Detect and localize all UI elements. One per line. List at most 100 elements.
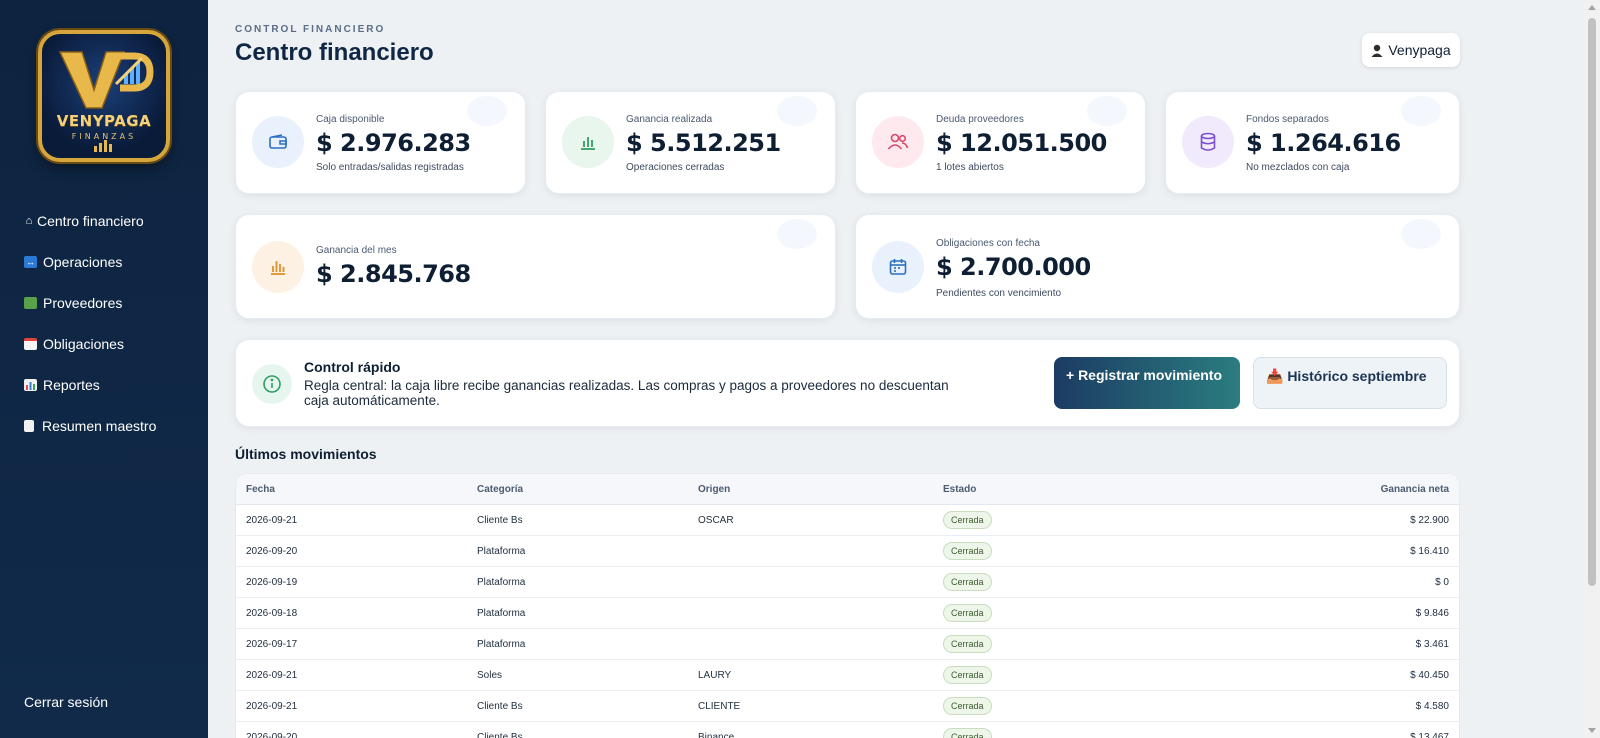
stat-note: 1 lotes abiertos <box>936 162 1004 173</box>
table-row[interactable]: 2026-09-20 Cliente Bs Binance Cerrada $ 13.4… <box>236 722 1459 738</box>
stat-card-ganancia-realizada: Ganancia realizada $ 5.512.251 Operacion… <box>545 91 836 194</box>
cell-origen: LAURY <box>698 670 732 681</box>
table-row[interactable]: 2026-09-21 Cliente Bs OSCAR Cerrada $ 22.900 <box>236 505 1459 536</box>
stat-card-caja-disponible: Caja disponible $ 2.976.283 Solo entrada… <box>235 91 526 194</box>
column-header-estado[interactable]: Estado <box>943 474 976 505</box>
database-icon-circle <box>1182 116 1234 168</box>
card-glow <box>777 96 817 126</box>
cell-fecha: 2026-09-21 <box>246 670 298 681</box>
info-icon <box>263 375 281 393</box>
arrows-icon: ↔ <box>24 255 37 268</box>
sidebar-item-label: Centro financiero <box>37 212 144 229</box>
cell-origen: CLIENTE <box>698 701 741 712</box>
page-title: Centro financiero <box>235 39 434 66</box>
quick-control-text: Regla central: la caja libre recibe gana… <box>304 378 949 408</box>
sidebar-nav: ⌂ Centro financiero ↔ Operaciones Provee… <box>24 200 156 446</box>
table-row[interactable]: 2026-09-21 Soles LAURY Cerrada $ 40.450 <box>236 660 1459 691</box>
cell-fecha: 2026-09-17 <box>246 639 298 650</box>
cell-estado: Cerrada <box>943 691 992 722</box>
sidebar-item-resumen-maestro[interactable]: Resumen maestro <box>24 405 156 446</box>
scroll-down-icon[interactable] <box>1588 728 1596 733</box>
sidebar-item-obligaciones[interactable]: Obligaciones <box>24 323 156 364</box>
stat-value: $ 2.976.283 <box>316 129 471 157</box>
cell-origen: OSCAR <box>698 515 734 526</box>
cell-ganancia-neta: $ 3.461 <box>1415 639 1449 650</box>
stat-value: $ 2.845.768 <box>316 260 471 288</box>
cell-fecha: 2026-09-21 <box>246 515 298 526</box>
cell-categoria: Cliente Bs <box>477 515 523 526</box>
page-scrollbar[interactable] <box>1584 0 1600 738</box>
scrollbar-thumb[interactable] <box>1588 18 1596 586</box>
sidebar-item-proveedores[interactable]: Proveedores <box>24 282 156 323</box>
cell-fecha: 2026-09-20 <box>246 732 298 738</box>
sidebar-item-label: Obligaciones <box>43 335 124 352</box>
cell-ganancia-neta: $ 22.900 <box>1410 515 1449 526</box>
cell-categoria: Plataforma <box>477 608 526 619</box>
table-row[interactable]: 2026-09-21 Cliente Bs CLIENTE Cerrada $ 4.58… <box>236 691 1459 722</box>
chart-icon-circle <box>252 241 304 293</box>
quick-control-panel: Control rápido Regla central: la caja li… <box>235 339 1460 427</box>
sidebar-item-operaciones[interactable]: ↔ Operaciones <box>24 241 156 282</box>
stat-note: Pendientes con vencimiento <box>936 288 1062 299</box>
column-header-ganancia-neta[interactable]: Ganancia neta <box>1381 474 1449 505</box>
status-badge: Cerrada <box>943 542 992 561</box>
home-icon: ⌂ <box>25 214 33 227</box>
cell-categoria: Plataforma <box>477 639 526 650</box>
column-header-fecha[interactable]: Fecha <box>246 474 275 505</box>
table-row[interactable]: 2026-09-17 Plataforma Cerrada $ 3.461 <box>236 629 1459 660</box>
logout-link[interactable]: Cerrar sesión <box>24 694 108 710</box>
sidebar-item-label: Proveedores <box>43 294 123 311</box>
cell-ganancia-neta: $ 0 <box>1435 577 1449 588</box>
brand-name: VENYPAGA <box>56 112 152 130</box>
cell-estado: Cerrada <box>943 660 992 691</box>
quick-control-title: Control rápido <box>304 359 401 375</box>
cell-ganancia-neta: $ 4.580 <box>1415 701 1449 712</box>
history-september-button[interactable]: 📥 Histórico septiembre <box>1253 357 1447 409</box>
card-glow <box>777 219 817 249</box>
page-eyebrow: CONTROL FINANCIERO <box>235 24 386 35</box>
stat-card-obligaciones-con-fecha: Obligaciones con fecha $ 2.700.000 Pendi… <box>855 214 1460 319</box>
cell-categoria: Plataforma <box>477 546 526 557</box>
movements-table: Fecha Categoría Origen Estado Ganancia n… <box>235 473 1460 738</box>
stat-label: Fondos separados <box>1246 114 1329 125</box>
bar-chart-icon <box>24 378 37 391</box>
cell-ganancia-neta: $ 16.410 <box>1410 546 1449 557</box>
venypaga-logo[interactable]: VENYPAGA FINANZAS <box>38 30 170 162</box>
database-icon <box>1200 132 1216 151</box>
scroll-up-icon[interactable] <box>1588 5 1596 10</box>
status-badge: Cerrada <box>943 604 992 623</box>
cell-origen: Binance <box>698 732 735 738</box>
card-glow <box>1401 96 1441 126</box>
stat-value: $ 5.512.251 <box>626 129 781 157</box>
users-icon-circle <box>872 116 924 168</box>
user-chip[interactable]: Venypaga <box>1362 33 1460 67</box>
cell-ganancia-neta: $ 13.467 <box>1410 732 1449 738</box>
stat-note: Solo entradas/salidas registradas <box>316 162 464 173</box>
column-header-categoria[interactable]: Categoría <box>477 474 523 505</box>
register-movement-button[interactable]: + Registrar movimiento <box>1054 357 1240 409</box>
sidebar-item-label: Reportes <box>43 376 100 393</box>
cell-fecha: 2026-09-18 <box>246 608 298 619</box>
calendar-icon <box>889 259 907 275</box>
card-glow <box>1401 219 1441 249</box>
user-name: Venypaga <box>1388 42 1451 58</box>
stat-card-ganancia-del-mes: Ganancia del mes $ 2.845.768 <box>235 214 836 319</box>
status-badge: Cerrada <box>943 635 992 654</box>
table-row[interactable]: 2026-09-18 Plataforma Cerrada $ 9.846 <box>236 598 1459 629</box>
stat-card-fondos-separados: Fondos separados $ 1.264.616 No mezclado… <box>1165 91 1460 194</box>
table-row[interactable]: 2026-09-19 Plataforma Cerrada $ 0 <box>236 567 1459 598</box>
building-icon <box>24 296 37 309</box>
status-badge: Cerrada <box>943 511 992 530</box>
cell-estado: Cerrada <box>943 536 992 567</box>
table-row[interactable]: 2026-09-20 Plataforma Cerrada $ 16.410 <box>236 536 1459 567</box>
stat-label: Ganancia realizada <box>626 114 713 125</box>
movements-title: Últimos movimientos <box>235 446 377 462</box>
sidebar-item-reportes[interactable]: Reportes <box>24 364 156 405</box>
stat-note: Operaciones cerradas <box>626 162 725 173</box>
stat-label: Caja disponible <box>316 114 385 125</box>
stat-card-deuda-proveedores: Deuda proveedores $ 12.051.500 1 lotes a… <box>855 91 1146 194</box>
sidebar-item-centro-financiero[interactable]: ⌂ Centro financiero <box>24 200 156 241</box>
cell-fecha: 2026-09-21 <box>246 701 298 712</box>
column-header-origen[interactable]: Origen <box>698 474 730 505</box>
calendar-icon <box>24 337 37 350</box>
